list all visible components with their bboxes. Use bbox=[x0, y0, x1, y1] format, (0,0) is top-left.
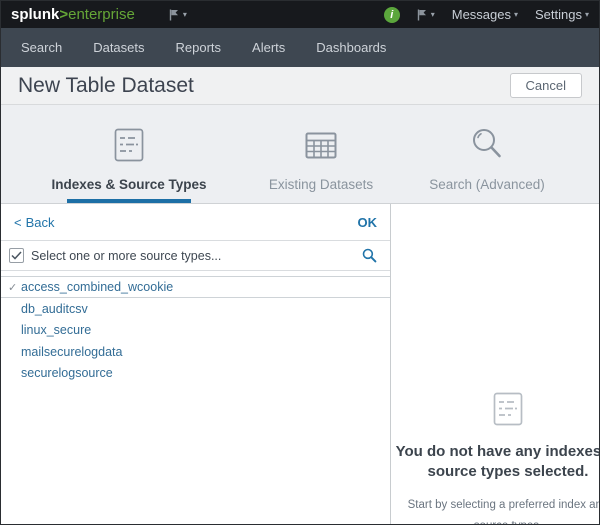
list-item[interactable]: linux_secure bbox=[1, 320, 390, 342]
nav-item-alerts[interactable]: Alerts bbox=[246, 40, 291, 55]
nav-item-search[interactable]: Search bbox=[15, 40, 68, 55]
title-bar: New Table Dataset Cancel bbox=[1, 67, 599, 105]
splunk-logo[interactable]: splunk>enterprise bbox=[11, 7, 135, 22]
tab-indexes-source-types[interactable]: Indexes & Source Types bbox=[44, 125, 214, 203]
notifications-flag-menu[interactable]: ▾ bbox=[417, 9, 435, 21]
messages-menu[interactable]: Messages▾ bbox=[452, 7, 518, 22]
checkmark-icon bbox=[11, 251, 22, 260]
topbar-right: i ▾ Messages▾ Settings▾ bbox=[384, 7, 589, 23]
filter-placeholder: Select one or more source types... bbox=[31, 249, 221, 263]
caret-down-icon: ▾ bbox=[514, 10, 518, 19]
tab-label: Search (Advanced) bbox=[429, 177, 545, 192]
active-tab-underline bbox=[67, 199, 191, 203]
activity-flag-menu[interactable]: ▾ bbox=[169, 9, 187, 21]
dataset-source-tabs: Indexes & Source Types Existing Datasets bbox=[1, 105, 599, 204]
info-icon[interactable]: i bbox=[384, 7, 400, 23]
splunk-window: splunk>enterprise ▾ i ▾ Messages▾ Settin… bbox=[0, 0, 600, 525]
back-link[interactable]: <Back bbox=[14, 215, 55, 230]
source-type-picker: <Back OK Select one or more source types… bbox=[1, 204, 391, 524]
nav-item-reports[interactable]: Reports bbox=[170, 40, 228, 55]
picker-filter-row: Select one or more source types... bbox=[1, 241, 390, 271]
tab-label: Existing Datasets bbox=[269, 177, 373, 192]
settings-menu[interactable]: Settings▾ bbox=[535, 7, 589, 22]
page-title: New Table Dataset bbox=[18, 74, 194, 98]
list-icon bbox=[114, 125, 144, 165]
checkmark-icon: ✓ bbox=[8, 281, 21, 294]
logo-product: enterprise bbox=[68, 6, 135, 23]
picker-header-row: <Back OK bbox=[1, 204, 390, 241]
app-nav: Search Datasets Reports Alerts Dashboard… bbox=[1, 28, 599, 67]
table-grid-icon bbox=[305, 125, 337, 165]
source-type-list: ✓ access_combined_wcookie db_auditcsv li… bbox=[1, 276, 390, 384]
list-item[interactable]: mailsecurelogdata bbox=[1, 341, 390, 363]
caret-down-icon: ▾ bbox=[585, 10, 589, 19]
flag-icon bbox=[417, 9, 428, 21]
empty-state-title: You do not have any indexes or source ty… bbox=[391, 442, 599, 482]
selection-preview-panel: You do not have any indexes or source ty… bbox=[391, 204, 599, 524]
list-item[interactable]: securelogsource bbox=[1, 363, 390, 385]
logo-brand: splunk bbox=[11, 6, 59, 23]
caret-down-icon: ▾ bbox=[183, 10, 187, 19]
caret-down-icon: ▾ bbox=[431, 10, 435, 19]
topbar: splunk>enterprise ▾ i ▾ Messages▾ Settin… bbox=[1, 1, 599, 28]
chevron-left-icon: < bbox=[14, 215, 22, 230]
magnifier-icon bbox=[470, 125, 504, 165]
logo-gt: > bbox=[59, 6, 68, 23]
search-icon[interactable] bbox=[362, 248, 377, 263]
tab-label: Indexes & Source Types bbox=[51, 177, 206, 192]
list-icon bbox=[391, 392, 599, 426]
list-item[interactable]: db_auditcsv bbox=[1, 298, 390, 320]
ok-link[interactable]: OK bbox=[358, 215, 378, 230]
nav-item-datasets[interactable]: Datasets bbox=[87, 40, 150, 55]
empty-state: You do not have any indexes or source ty… bbox=[391, 392, 599, 524]
tab-existing-datasets[interactable]: Existing Datasets bbox=[241, 125, 401, 203]
content-area: <Back OK Select one or more source types… bbox=[1, 204, 599, 524]
flag-icon bbox=[169, 9, 180, 21]
list-item-selected[interactable]: ✓ access_combined_wcookie bbox=[1, 276, 390, 298]
select-all-checkbox[interactable] bbox=[9, 248, 24, 263]
nav-item-dashboards[interactable]: Dashboards bbox=[310, 40, 392, 55]
cancel-button[interactable]: Cancel bbox=[510, 73, 582, 98]
empty-state-subtitle: Start by selecting a preferred index and… bbox=[391, 495, 599, 524]
tab-search-advanced[interactable]: Search (Advanced) bbox=[407, 125, 567, 203]
